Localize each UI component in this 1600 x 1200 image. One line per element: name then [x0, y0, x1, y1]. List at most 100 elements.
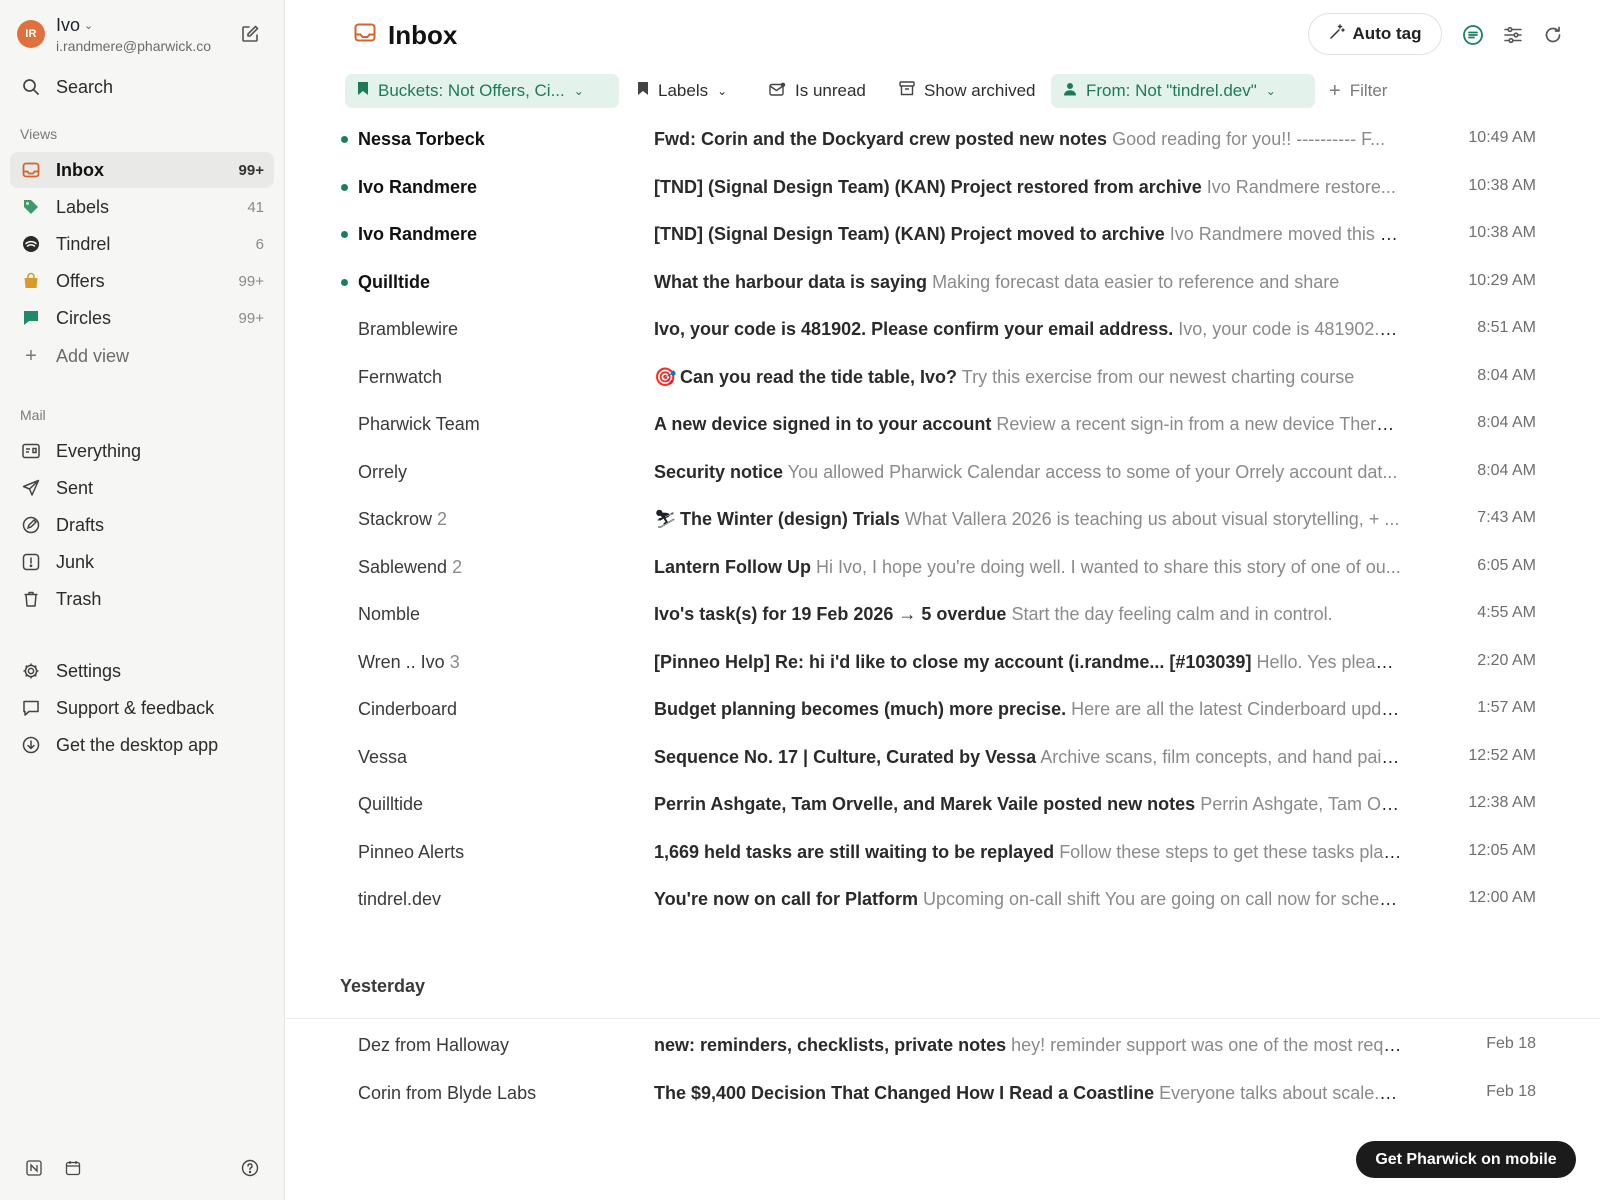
calendar-icon[interactable] [63, 1158, 83, 1178]
sidebar-item-label: Tindrel [56, 233, 111, 254]
message-subject: The $9,400 Decision That Changed How I R… [654, 1082, 1155, 1103]
buckets-filter-label: Buckets: Not Offers, Ci... [378, 81, 565, 100]
message-preview: Hi Ivo, I hope you're doing well. I want… [816, 556, 1401, 577]
sidebar-item-everything[interactable]: Everything [10, 433, 274, 469]
sidebar-item-offers[interactable]: Offers 99+ [10, 263, 274, 299]
message-row[interactable]: Bramblewire Ivo, your code is 481902. Ple… [286, 306, 1600, 352]
sender-name: Orrely [358, 461, 407, 482]
magic-wand-icon [1329, 23, 1345, 45]
sidebar-item-count: 99+ [238, 272, 264, 290]
message-row[interactable]: Quilltide Perrin Ashgate, Tam Orvelle, an… [286, 781, 1600, 827]
message-sender: Fernwatch [358, 367, 442, 388]
message-content: Ivo's task(s) for 19 Feb 2026 → 5 overdu… [654, 604, 1402, 625]
divider [286, 1018, 1600, 1019]
message-row[interactable]: Pharwick Team A new device signed in to y… [286, 401, 1600, 447]
message-preview: Upcoming on-call shift You are going on … [923, 889, 1402, 909]
account-name[interactable]: Ivo ⌄ [56, 15, 93, 36]
get-mobile-app-button[interactable]: Get Pharwick on mobile [1356, 1141, 1576, 1178]
filter-settings-icon[interactable] [1501, 23, 1525, 47]
labels-filter-label: Labels [658, 81, 709, 100]
sidebar-item-settings[interactable]: Settings [10, 653, 274, 689]
message-row[interactable]: Stackrow 2 ⛷ The Winter (design) Trials Wh… [286, 496, 1600, 542]
search-button[interactable]: Search [10, 69, 274, 105]
avatar[interactable]: IR [17, 20, 45, 48]
message-row[interactable]: Ivo Randmere [TND] (Signal Design Team) (… [286, 211, 1600, 257]
message-row[interactable]: tindrel.dev You're now on call for Platfo… [286, 876, 1600, 922]
sender-name: Cinderboard [358, 699, 458, 719]
message-preview: Try this exercise from our newest charti… [961, 366, 1355, 387]
chevron-down-icon: ⌄ [84, 20, 94, 32]
add-filter-button[interactable]: + Filter [1317, 74, 1399, 108]
drafts-icon [21, 515, 41, 535]
message-time: 7:43 AM [1477, 509, 1536, 526]
message-sender: Ivo Randmere [358, 224, 477, 245]
sidebar-item-label: Support & feedback [56, 697, 215, 718]
message-preview: Follow these steps to get these tasks pl… [1059, 841, 1402, 862]
tindrel-icon [21, 234, 41, 254]
message-row[interactable]: Dez from Halloway new: reminders, checkli… [286, 1022, 1600, 1068]
message-content: [Pinneo Help] Re: hi i'd like to close m… [654, 652, 1402, 673]
from-filter-label: From: Not "tindrel.dev" [1086, 81, 1257, 100]
auto-tag-button[interactable]: Auto tag [1308, 13, 1442, 55]
sidebar-item-label: Get the desktop app [56, 734, 219, 755]
message-row[interactable]: Orrely Security notice You allowed Pharwi… [286, 449, 1600, 495]
sender-name: Pinneo Alerts [358, 841, 465, 862]
message-subject: [TND] (Signal Design Team) (KAN) Project… [654, 176, 1202, 197]
sidebar-item-tindrel[interactable]: Tindrel 6 [10, 226, 274, 262]
is-unread-filter-chip[interactable]: Is unread [757, 74, 878, 108]
message-row[interactable]: Fernwatch 🎯 Can you read the tide table, I… [286, 354, 1600, 400]
add-view-button[interactable]: + Add view [10, 338, 274, 374]
labels-filter-chip[interactable]: Labels ⌄ [625, 74, 739, 108]
sidebar-item-drafts[interactable]: Drafts [10, 507, 274, 543]
compose-icon[interactable] [240, 24, 262, 46]
message-row[interactable]: Cinderboard Budget planning becomes (much… [286, 686, 1600, 732]
unread-dot-icon [341, 278, 348, 286]
summary-icon[interactable] [1461, 23, 1485, 47]
message-row[interactable]: Corin from Blyde Labs The $9,400 Decision… [286, 1070, 1600, 1116]
message-row[interactable]: Pinneo Alerts 1,669 held tasks are still … [286, 829, 1600, 875]
sidebar-item-junk[interactable]: Junk [10, 544, 274, 580]
buckets-filter-chip[interactable]: Buckets: Not Offers, Ci... ⌄ [345, 74, 619, 108]
refresh-icon[interactable] [1541, 23, 1565, 47]
inbox-icon [21, 160, 41, 180]
sidebar-item-inbox[interactable]: Inbox 99+ [10, 152, 274, 188]
message-row[interactable]: Nessa Torbeck Fwd: Corin and the Dockyard… [286, 116, 1600, 162]
message-preview: Good reading for you!! ---------- F... [1112, 129, 1386, 149]
sidebar-item-count: 99+ [238, 309, 264, 327]
subject-emoji-icon: ⛷ [654, 509, 677, 529]
from-filter-chip[interactable]: From: Not "tindrel.dev" ⌄ [1051, 74, 1315, 108]
message-subject: Fwd: Corin and the Dockyard crew posted … [654, 129, 1108, 149]
message-row[interactable]: Quilltide What the harbour data is saying… [286, 259, 1600, 305]
sender-name: Corin from Blyde Labs [358, 1082, 537, 1103]
sidebar-item-circles[interactable]: Circles 99+ [10, 300, 274, 336]
message-content: Security notice You allowed Pharwick Cal… [654, 462, 1402, 483]
account-switcher[interactable]: IR Ivo ⌄ i.randmere@pharwick.co [17, 15, 267, 58]
sidebar-item-labels[interactable]: Labels 41 [10, 189, 274, 225]
bookmark-icon [637, 81, 649, 101]
message-content: [TND] (Signal Design Team) (KAN) Project… [654, 224, 1402, 245]
sidebar-item-trash[interactable]: Trash [10, 581, 274, 617]
everything-icon [21, 441, 41, 461]
help-icon[interactable] [240, 1158, 260, 1178]
search-icon [21, 77, 41, 97]
message-row[interactable]: Wren .. Ivo 3 [Pinneo Help] Re: hi i'd li… [286, 639, 1600, 685]
message-subject: The Winter (design) Trials [680, 509, 900, 529]
message-preview: Hello. Yes please ... [1256, 651, 1402, 672]
sidebar-item-count: 41 [247, 198, 264, 216]
message-content: new: reminders, checklists, private note… [654, 1035, 1402, 1056]
message-row[interactable]: Ivo Randmere [TND] (Signal Design Team) (… [286, 164, 1600, 210]
show-archived-filter-chip[interactable]: Show archived [887, 74, 1048, 108]
sidebar-item-support[interactable]: Support & feedback [10, 690, 274, 726]
message-row[interactable]: Vessa Sequence No. 17 | Culture, Curated … [286, 734, 1600, 780]
message-preview: What Vallera 2026 is teaching us about v… [904, 509, 1400, 529]
message-row[interactable]: Sablewend 2 Lantern Follow Up Hi Ivo, I h… [286, 544, 1600, 590]
plus-icon: + [25, 344, 37, 367]
sidebar-item-sent[interactable]: Sent [10, 470, 274, 506]
notion-icon[interactable] [24, 1158, 44, 1178]
message-row[interactable]: Nomble Ivo's task(s) for 19 Feb 2026 → 5 … [286, 591, 1600, 637]
message-sender: Orrely [358, 462, 407, 483]
message-preview: hey! reminder support was one of the mos… [1011, 1035, 1402, 1055]
page-title: Inbox [388, 19, 458, 50]
main-pane: Inbox Auto tag Buckets: Not Offers, Ci..… [286, 0, 1600, 1200]
sidebar-item-desktop-app[interactable]: Get the desktop app [10, 727, 274, 763]
